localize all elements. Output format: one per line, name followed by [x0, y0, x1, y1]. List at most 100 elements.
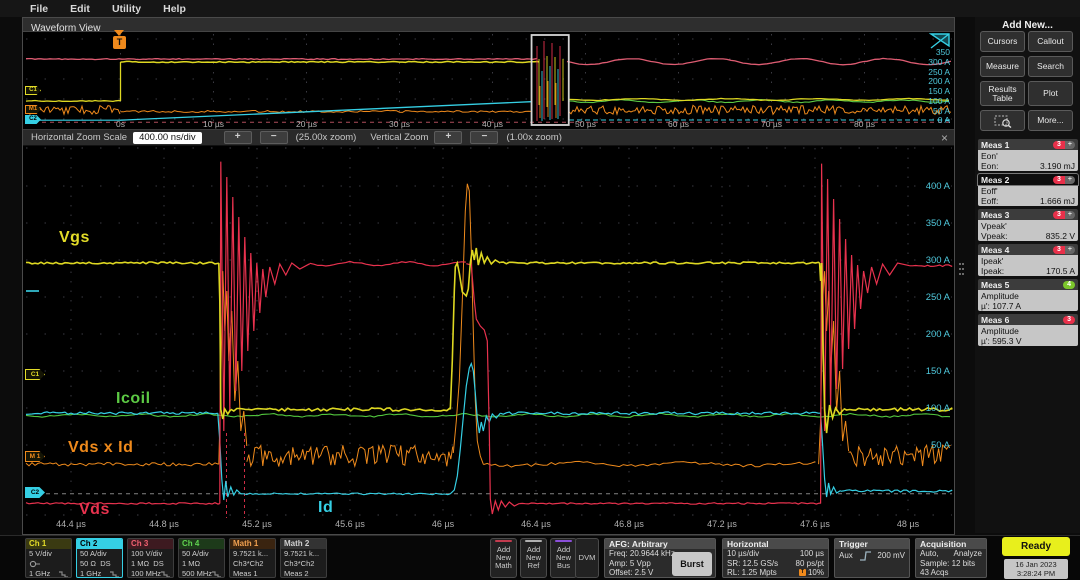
menu-item-utility[interactable]: Utility	[112, 3, 141, 15]
badge-row: 50 A/div	[77, 549, 122, 559]
hzoom-plus-button[interactable]: +	[224, 131, 252, 144]
zoom-scale-label: 150 A	[926, 366, 950, 377]
badge-math-1[interactable]: Math 19.7521 k...Ch3*Ch2Meas 1	[229, 538, 276, 578]
acquisition-title: Acquisition	[916, 539, 986, 549]
trigger-panel[interactable]: Trigger Aux 200 mV	[834, 538, 910, 578]
meas-title: Meas 1	[981, 140, 1009, 150]
badge-ch-2[interactable]: Ch 250 A/div50 Ω DS1 GHz	[76, 538, 123, 578]
menu-item-edit[interactable]: Edit	[70, 3, 90, 15]
badge-row: 1 GHz	[77, 569, 122, 578]
results-table-button[interactable]: Results Table	[980, 81, 1025, 106]
time-text: 3:28:24 PM	[1006, 569, 1066, 578]
meas-badge-3[interactable]: Meas 33+Vpeak'Vpeak:835.2 V	[978, 209, 1078, 241]
horizontal-pos: 10%	[808, 568, 824, 578]
plot-button[interactable]: Plot	[1028, 81, 1073, 106]
badge-row: Meas 2	[281, 569, 326, 578]
badge-row: 100 V/div	[128, 549, 173, 559]
vzoom-plus-button[interactable]: +	[434, 131, 462, 144]
acquisition-panel[interactable]: Acquisition Auto,Analyze Sample: 12 bits…	[915, 538, 987, 578]
badge-row: 50 A/div	[179, 549, 224, 559]
afg-title: AFG: Arbitrary	[605, 539, 715, 549]
burst-button[interactable]: Burst	[672, 552, 712, 576]
badge-ch-3[interactable]: Ch 3100 V/div1 MΩ DS100 MHz	[127, 538, 174, 578]
add-new-math-button[interactable]: AddNewMath	[490, 538, 517, 578]
overview-scale-label: 200 A	[928, 76, 950, 86]
badge-ch-1[interactable]: Ch 15 V/div1 GHz	[25, 538, 72, 578]
badge-ch-4[interactable]: Ch 450 A/div1 MΩ500 MHz	[178, 538, 225, 578]
zoom-scale-label: 50 A	[931, 440, 950, 451]
meas-value: 1.666 mJ	[1040, 196, 1075, 206]
meas-source-badge: 3	[1053, 176, 1065, 184]
meas-source-badge: 4	[1063, 281, 1075, 289]
meas-badge-1[interactable]: Meas 13+Eon'Eon:3.190 mJ	[978, 139, 1078, 171]
meas-badge-2[interactable]: Meas 23+Eoff'Eoff:1.666 mJ	[978, 174, 1078, 206]
zoom-tick: 44.8 µs	[149, 519, 179, 529]
vzoom-minus-button[interactable]: −	[470, 131, 498, 144]
splitter-handle[interactable]	[959, 263, 965, 278]
badge-row: 1 MΩ	[179, 559, 224, 569]
badge-title: Math 1	[230, 539, 275, 549]
afg-panel[interactable]: AFG: Arbitrary Freq: 20.9644 kHz Amp: 5 …	[604, 538, 716, 578]
horizontal-window: 100 µs	[800, 549, 824, 559]
zoom-waveform-plot[interactable]	[23, 146, 954, 518]
ready-status-badge[interactable]: Ready	[1002, 537, 1070, 556]
menu-item-file[interactable]: File	[30, 3, 48, 15]
meas-badge-6[interactable]: Meas 63Amplitudeµ': 595.3 V	[978, 314, 1078, 346]
bandwidth-icon	[59, 571, 68, 578]
probe-icon	[26, 559, 71, 569]
meas-extra-badge: +	[1065, 211, 1075, 219]
horizontal-panel[interactable]: Horizontal 10 µs/div100 µs SR: 12.5 GS/s…	[722, 538, 829, 578]
meas-badge-4[interactable]: Meas 43+Ipeak'Ipeak:170.5 A	[978, 244, 1078, 276]
add-new-bus-button[interactable]: AddNewBus	[550, 538, 577, 578]
badge-title: Ch 2	[77, 539, 122, 549]
badge-row: 5 V/div	[26, 549, 71, 559]
badge-row: 9.7521 k...	[230, 549, 275, 559]
dvm-button[interactable]: DVM	[575, 538, 599, 578]
overview-tick: 20 µs	[296, 119, 317, 129]
cursors-button[interactable]: Cursors	[980, 31, 1025, 52]
menu-item-help[interactable]: Help	[163, 3, 186, 15]
badge-math-2[interactable]: Math 29.7521 k...Ch3*Ch2Meas 2	[280, 538, 327, 578]
datetime-display: 16 Jan 2023 3:28:24 PM	[1004, 559, 1068, 579]
zoom-scale-value[interactable]: 400.00 ns/div	[133, 132, 202, 144]
zoom-scale-label: Horizontal Zoom Scale	[31, 132, 127, 143]
meas-line1: Eon'	[981, 151, 1075, 161]
zoom-tick: 48 µs	[897, 519, 919, 529]
more-button[interactable]: More...	[1028, 110, 1073, 131]
meas-value: µ': 107.7 A	[981, 301, 1075, 311]
date-text: 16 Jan 2023	[1006, 560, 1066, 569]
meas-badge-5[interactable]: Meas 54Amplitudeµ': 107.7 A	[978, 279, 1078, 311]
horizontal-rl: RL: 1.25 Mpts	[727, 568, 777, 578]
zoom-scale-label: 200 A	[926, 329, 950, 340]
search-button[interactable]: Search	[1028, 56, 1073, 77]
meas-extra-badge: +	[1065, 246, 1075, 254]
badge-title: Ch 3	[128, 539, 173, 549]
meas-line1: Amplitude	[981, 326, 1075, 336]
callout-button[interactable]: Callout	[1028, 31, 1073, 52]
hzoom-minus-button[interactable]: −	[260, 131, 288, 144]
meas-source-badge: 3	[1063, 316, 1075, 324]
zoom-select-icon[interactable]	[980, 110, 1025, 131]
meas-line1: Amplitude	[981, 291, 1075, 301]
meas-value: 3.190 mJ	[1040, 161, 1075, 171]
afg-offset: Offset: 2.5 V	[605, 568, 675, 578]
bandwidth-icon	[212, 571, 221, 578]
menu-bar: File Edit Utility Help	[0, 0, 1080, 17]
meas-line1: Eoff'	[981, 186, 1075, 196]
zoom-overview-icon[interactable]	[929, 32, 951, 50]
results-bar: Add New... CursorsCalloutMeasureSearchRe…	[975, 17, 1080, 533]
zoom-tick: 47.6 µs	[800, 519, 830, 529]
meas-title: Meas 4	[981, 245, 1009, 255]
overview-scale-label: 0 A	[938, 115, 950, 125]
trigger-source: Aux	[839, 551, 853, 561]
vzoom-factor: (1.00x zoom)	[506, 132, 561, 143]
trigger-level: 200 mV	[877, 551, 905, 561]
trigger-flag-icon[interactable]: T	[113, 36, 126, 49]
measure-button[interactable]: Measure	[980, 56, 1025, 77]
meas-source-badge: 3	[1053, 211, 1065, 219]
overview-plot[interactable]	[23, 31, 954, 129]
close-zoom-icon[interactable]: ×	[941, 131, 948, 145]
horizontal-title: Horizontal	[723, 539, 828, 549]
zoom-scale-label: 100 A	[926, 403, 950, 414]
add-new-ref-button[interactable]: AddNewRef	[520, 538, 547, 578]
